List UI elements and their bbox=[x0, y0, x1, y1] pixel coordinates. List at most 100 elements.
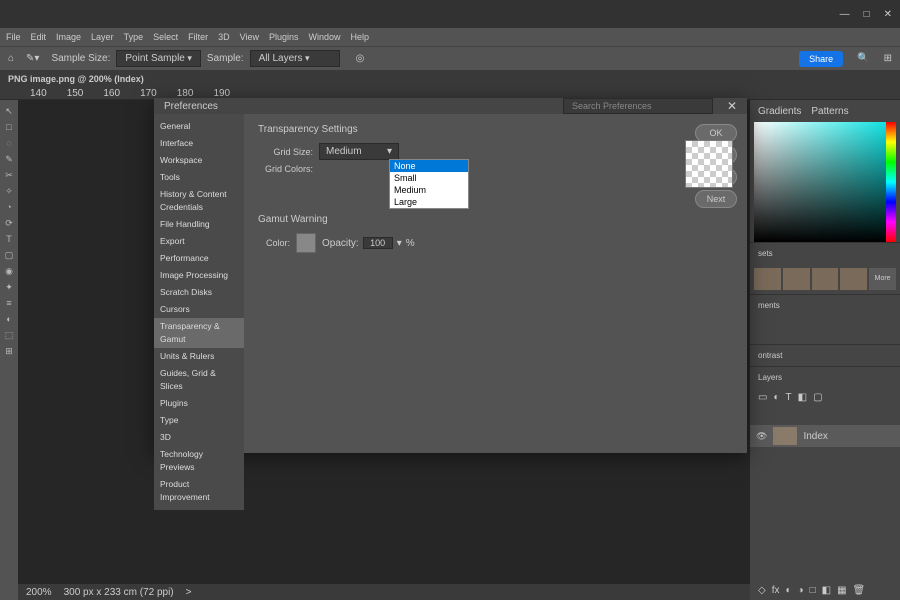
menu-plugins[interactable]: Plugins bbox=[269, 32, 299, 42]
prefs-nav-item[interactable]: Product Improvement bbox=[154, 476, 244, 506]
close-icon[interactable]: ✕ bbox=[884, 9, 892, 20]
tool-button[interactable]: ↖ bbox=[2, 104, 16, 118]
menu-file[interactable]: File bbox=[6, 32, 21, 42]
layer-action-icon[interactable]: ◐ bbox=[785, 585, 791, 596]
tool-button[interactable]: ✂ bbox=[2, 168, 16, 182]
grid-size-dropdown[interactable]: NoneSmallMediumLarge bbox=[389, 159, 469, 209]
menu-image[interactable]: Image bbox=[56, 32, 81, 42]
tool-button[interactable]: ≡ bbox=[2, 296, 16, 310]
dropdown-option[interactable]: Medium bbox=[390, 184, 468, 196]
tool-button[interactable]: ◐ bbox=[2, 312, 16, 326]
tool-button[interactable]: ▢ bbox=[2, 248, 16, 262]
prefs-nav-item[interactable]: General bbox=[154, 118, 244, 135]
eyedropper-icon[interactable]: ✎▾ bbox=[26, 53, 39, 64]
workspace-icon[interactable]: ⊞ bbox=[884, 53, 892, 64]
menu-3d[interactable]: 3D bbox=[218, 32, 230, 42]
tab-gradients[interactable]: Gradients bbox=[758, 106, 801, 117]
visibility-icon[interactable]: 👁 bbox=[756, 431, 767, 442]
filter-icon[interactable]: ▭ bbox=[758, 392, 767, 403]
prefs-nav-item[interactable]: Guides, Grid & Slices bbox=[154, 365, 244, 395]
prefs-nav-item[interactable]: File Handling bbox=[154, 216, 244, 233]
hue-slider[interactable] bbox=[886, 122, 896, 242]
layer-action-icon[interactable]: ◑ bbox=[798, 585, 804, 596]
adjust-contrast[interactable]: ontrast bbox=[750, 344, 900, 366]
layer-action-icon[interactable]: 🗑 bbox=[853, 585, 866, 596]
tool-button[interactable]: ◔ bbox=[2, 200, 16, 214]
opacity-input[interactable] bbox=[363, 237, 393, 249]
dropdown-option[interactable]: Large bbox=[390, 196, 468, 208]
prefs-nav-item[interactable]: Image Processing bbox=[154, 267, 244, 284]
menu-view[interactable]: View bbox=[240, 32, 259, 42]
prefs-nav-item[interactable]: Technology Previews bbox=[154, 446, 244, 476]
prefs-nav-item[interactable]: History & Content Credentials bbox=[154, 186, 244, 216]
tool-button[interactable]: ✦ bbox=[2, 280, 16, 294]
layer-action-icon[interactable]: ▦ bbox=[837, 585, 846, 596]
tool-button[interactable]: ⟳ bbox=[2, 216, 16, 230]
next-button[interactable]: Next bbox=[695, 190, 737, 208]
panel-presets[interactable]: sets bbox=[750, 242, 900, 264]
tool-button[interactable]: ✧ bbox=[2, 184, 16, 198]
preset-thumb[interactable] bbox=[783, 268, 810, 290]
ring-icon[interactable]: ◎ bbox=[356, 53, 365, 64]
prefs-nav-item[interactable]: Transparency & Gamut bbox=[154, 318, 244, 348]
prefs-nav-item[interactable]: Units & Rulers bbox=[154, 348, 244, 365]
gamut-color-swatch[interactable] bbox=[296, 233, 316, 253]
preset-thumb[interactable] bbox=[812, 268, 839, 290]
search-input[interactable]: Search Preferences bbox=[563, 98, 713, 114]
menu-layer[interactable]: Layer bbox=[91, 32, 114, 42]
panel-layers[interactable]: Layers bbox=[750, 366, 900, 388]
close-icon[interactable]: ✕ bbox=[727, 99, 737, 113]
chevron-right-icon[interactable]: > bbox=[186, 587, 192, 598]
prefs-nav-item[interactable]: Tools bbox=[154, 169, 244, 186]
menu-edit[interactable]: Edit bbox=[31, 32, 47, 42]
tool-button[interactable]: ⊞ bbox=[2, 344, 16, 358]
tab-patterns[interactable]: Patterns bbox=[811, 106, 848, 117]
tool-button[interactable]: ◌ bbox=[2, 136, 16, 150]
filter-icon[interactable]: ◐ bbox=[773, 392, 779, 403]
prefs-nav-item[interactable]: Type bbox=[154, 412, 244, 429]
layer-row[interactable]: 👁 Index bbox=[750, 425, 900, 447]
tool-button[interactable]: □ bbox=[2, 120, 16, 134]
preset-more[interactable]: More bbox=[869, 268, 896, 290]
menu-filter[interactable]: Filter bbox=[188, 32, 208, 42]
tool-button[interactable]: ✎ bbox=[2, 152, 16, 166]
tool-button[interactable]: ⬚ bbox=[2, 328, 16, 342]
opacity-stepper[interactable]: ▾ bbox=[397, 238, 402, 249]
filter-icon[interactable]: ▢ bbox=[813, 392, 822, 403]
dropdown-option[interactable]: None bbox=[390, 160, 468, 172]
home-icon[interactable]: ⌂ bbox=[8, 53, 14, 64]
share-button[interactable]: Share bbox=[799, 51, 843, 67]
layer-action-icon[interactable]: □ bbox=[810, 585, 816, 596]
prefs-nav-item[interactable]: Cursors bbox=[154, 301, 244, 318]
sample-size-select[interactable]: Point Sample ▾ bbox=[116, 50, 201, 67]
filter-icon[interactable]: T bbox=[786, 392, 792, 403]
preset-thumb[interactable] bbox=[754, 268, 781, 290]
tool-button[interactable]: ◉ bbox=[2, 264, 16, 278]
zoom-level[interactable]: 200% bbox=[26, 587, 52, 598]
prefs-nav-item[interactable]: Scratch Disks bbox=[154, 284, 244, 301]
dropdown-option[interactable]: Small bbox=[390, 172, 468, 184]
prefs-nav-item[interactable]: Interface bbox=[154, 135, 244, 152]
sample-select[interactable]: All Layers ▾ bbox=[250, 50, 340, 67]
menu-select[interactable]: Select bbox=[153, 32, 178, 42]
panel-adjustments[interactable]: ments bbox=[750, 294, 900, 316]
layer-action-icon[interactable]: ◇ bbox=[758, 585, 766, 596]
tool-button[interactable]: T bbox=[2, 232, 16, 246]
menu-type[interactable]: Type bbox=[124, 32, 144, 42]
menu-window[interactable]: Window bbox=[309, 32, 341, 42]
prefs-nav-item[interactable]: Plugins bbox=[154, 395, 244, 412]
search-icon[interactable]: 🔍 bbox=[857, 53, 869, 64]
filter-icon[interactable]: ◧ bbox=[798, 392, 807, 403]
minimize-icon[interactable]: — bbox=[840, 9, 850, 20]
document-tab[interactable]: PNG image.png @ 200% (Index) bbox=[8, 74, 144, 84]
preset-thumb[interactable] bbox=[840, 268, 867, 290]
prefs-nav-item[interactable]: Workspace bbox=[154, 152, 244, 169]
menu-help[interactable]: Help bbox=[351, 32, 370, 42]
prefs-nav-item[interactable]: Export bbox=[154, 233, 244, 250]
color-picker[interactable] bbox=[754, 122, 896, 242]
grid-size-select[interactable]: Medium▾ bbox=[319, 143, 399, 160]
prefs-nav-item[interactable]: 3D bbox=[154, 429, 244, 446]
prefs-nav-item[interactable]: Performance bbox=[154, 250, 244, 267]
maximize-icon[interactable]: □ bbox=[864, 9, 870, 20]
layer-action-icon[interactable]: fx bbox=[772, 585, 780, 596]
